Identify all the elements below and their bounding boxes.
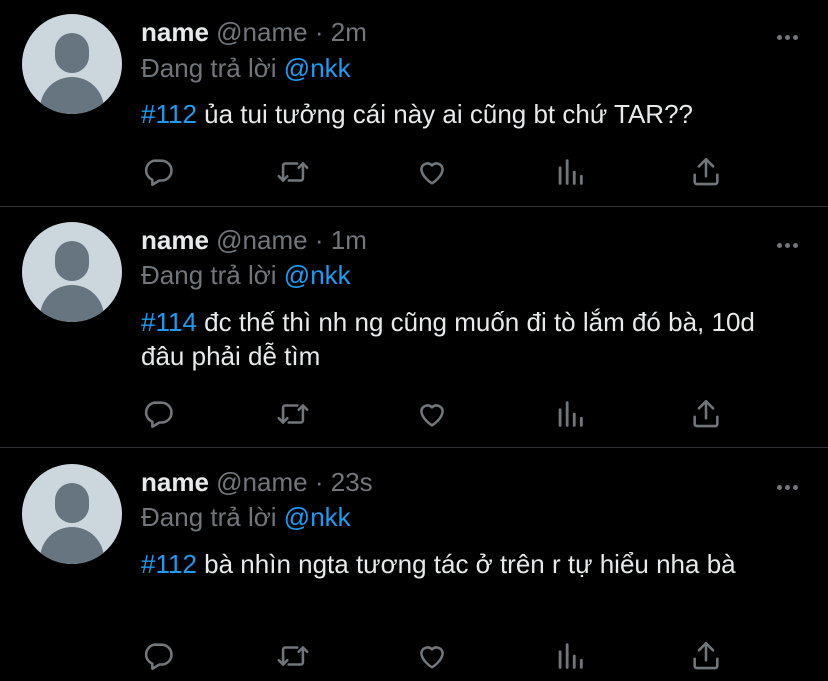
tweet-body: ủa tui tưởng cái này ai cũng bt chứ TAR?… <box>204 99 693 129</box>
more-icon[interactable] <box>774 472 798 494</box>
replying-to-handle[interactable]: @nkk <box>284 260 351 290</box>
tweet-text: #112 ủa tui tưởng cái này ai cũng bt chứ… <box>141 97 801 131</box>
timestamp[interactable]: 23s <box>331 467 373 497</box>
timestamp[interactable]: 2m <box>331 17 367 47</box>
replying-to-handle[interactable]: @nkk <box>284 53 351 83</box>
divider <box>0 206 828 207</box>
avatar-head <box>55 483 89 523</box>
heart-icon[interactable] <box>415 397 449 431</box>
reply-icon[interactable] <box>141 639 175 673</box>
avatar-head <box>55 241 89 281</box>
heart-icon[interactable] <box>415 155 449 189</box>
replying-to: Đang trả lời @nkk <box>141 51 351 85</box>
user-handle[interactable]: @name <box>216 467 307 497</box>
replying-to-label: Đang trả lời <box>141 53 277 83</box>
analytics-icon[interactable] <box>553 155 587 189</box>
avatar[interactable] <box>22 464 122 564</box>
separator: · <box>314 225 324 255</box>
analytics-icon[interactable] <box>553 639 587 673</box>
replying-to: Đang trả lời @nkk <box>141 500 351 534</box>
display-name[interactable]: name <box>141 17 209 47</box>
analytics-icon[interactable] <box>553 397 587 431</box>
divider <box>0 447 828 448</box>
display-name[interactable]: name <box>141 225 209 255</box>
separator: · <box>314 467 324 497</box>
tweet-header: name @name · 1m <box>141 223 367 257</box>
avatar[interactable] <box>22 14 122 114</box>
avatar-body <box>40 77 104 114</box>
tweet-header: name @name · 2m <box>141 15 367 49</box>
more-icon[interactable] <box>774 22 798 44</box>
hashtag[interactable]: #112 <box>141 99 197 129</box>
timestamp[interactable]: 1m <box>331 225 367 255</box>
display-name[interactable]: name <box>141 467 209 497</box>
heart-icon[interactable] <box>415 639 449 673</box>
reply-icon[interactable] <box>141 397 175 431</box>
avatar-body <box>40 285 104 322</box>
share-icon[interactable] <box>689 639 723 673</box>
avatar-body <box>40 527 104 564</box>
replying-to-label: Đang trả lời <box>141 260 277 290</box>
separator: · <box>314 17 324 47</box>
more-icon[interactable] <box>774 230 798 252</box>
tweet-body: đc thế thì nh ng cũng muốn đi tò lắm đó … <box>141 307 755 371</box>
hashtag[interactable]: #112 <box>141 549 197 579</box>
tweet-header: name @name · 23s <box>141 465 373 499</box>
share-icon[interactable] <box>689 155 723 189</box>
retweet-icon[interactable] <box>276 397 310 431</box>
avatar[interactable] <box>22 222 122 322</box>
retweet-icon[interactable] <box>276 155 310 189</box>
user-handle[interactable]: @name <box>216 225 307 255</box>
replying-to: Đang trả lời @nkk <box>141 258 351 292</box>
retweet-icon[interactable] <box>276 639 310 673</box>
replying-to-handle[interactable]: @nkk <box>284 502 351 532</box>
tweet-body: bà nhìn ngta tương tác ở trên r tự hiểu … <box>204 549 736 579</box>
tweet-text: #114 đc thế thì nh ng cũng muốn đi tò lắ… <box>141 305 801 373</box>
avatar-head <box>55 33 89 73</box>
hashtag[interactable]: #114 <box>141 307 197 337</box>
reply-icon[interactable] <box>141 155 175 189</box>
replying-to-label: Đang trả lời <box>141 502 277 532</box>
share-icon[interactable] <box>689 397 723 431</box>
user-handle[interactable]: @name <box>216 17 307 47</box>
tweet-text: #112 bà nhìn ngta tương tác ở trên r tự … <box>141 547 801 581</box>
